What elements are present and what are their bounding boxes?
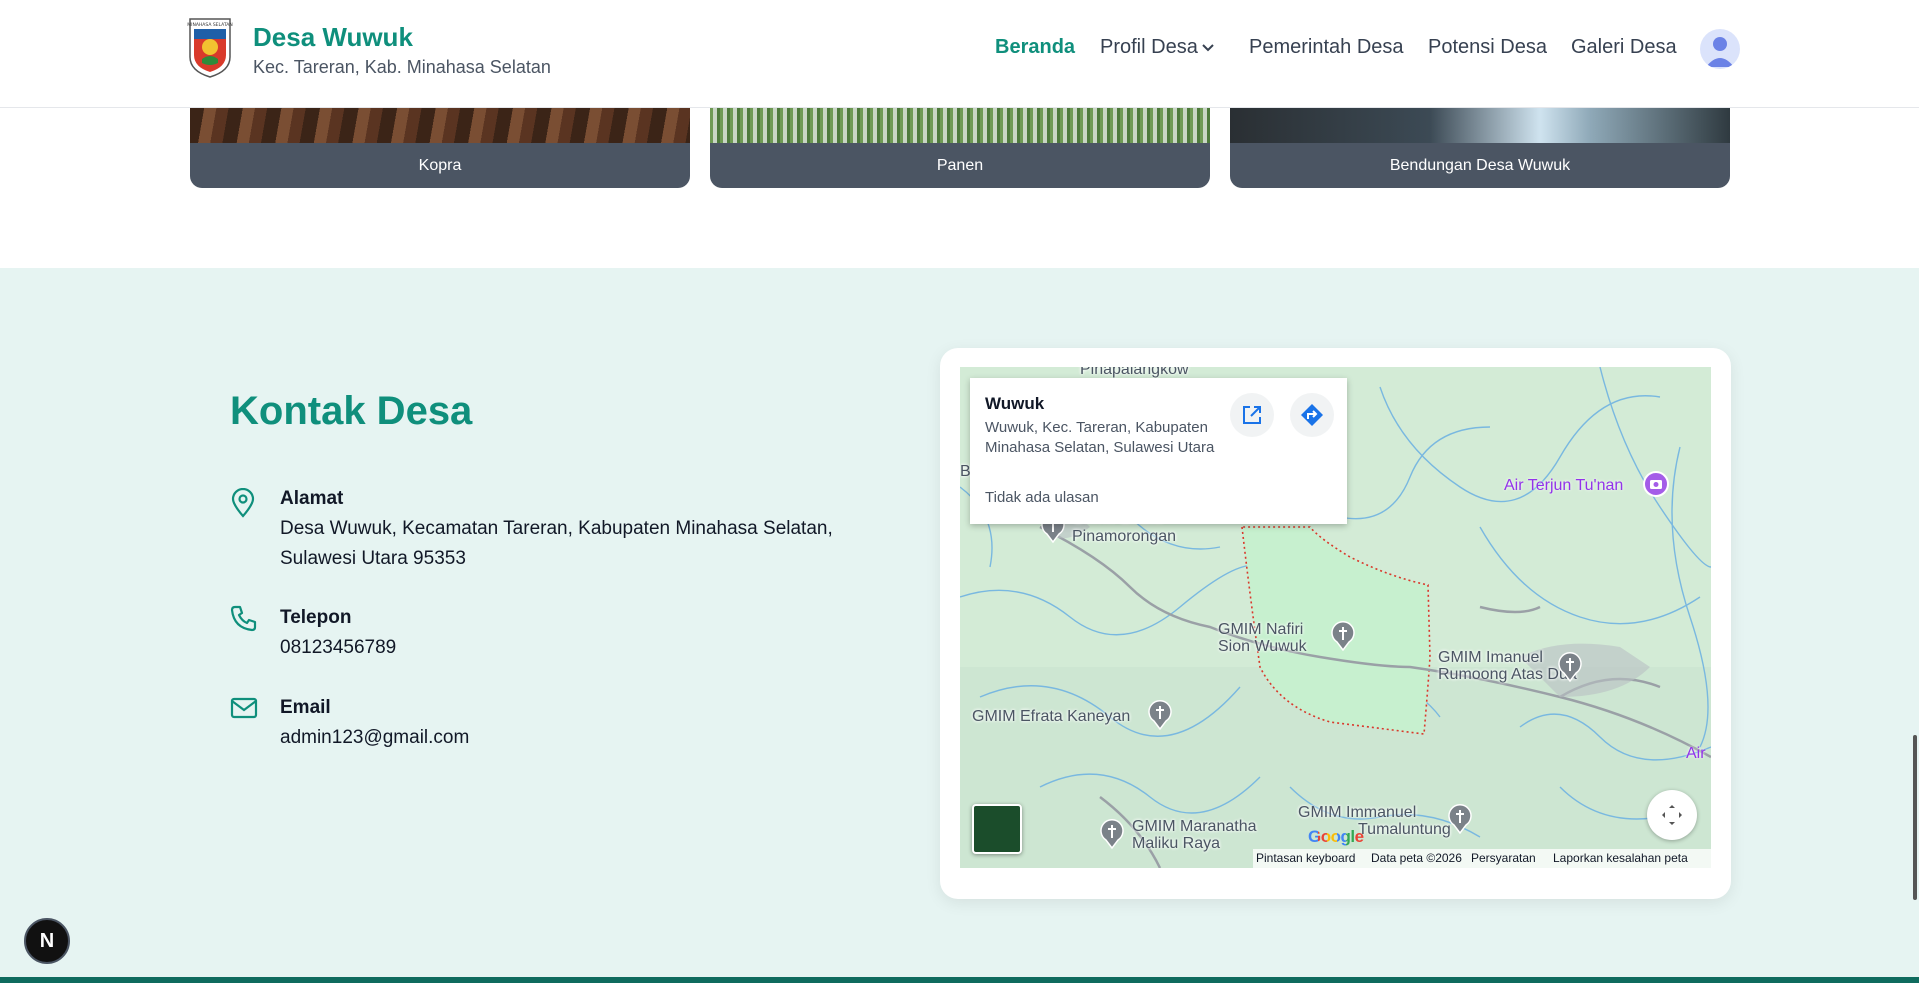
fullscreen-button[interactable] bbox=[1647, 790, 1697, 840]
email-label: Email bbox=[280, 697, 331, 718]
village-emblem-logo[interactable]: MINAHASA SELATAN bbox=[186, 17, 234, 79]
gallery-image-kopra bbox=[190, 108, 690, 143]
nav-potensi-desa[interactable]: Potensi Desa bbox=[1428, 36, 1547, 59]
phone-value[interactable]: 08123456789 bbox=[280, 633, 880, 663]
phone-label: Telepon bbox=[280, 607, 352, 628]
contact-title: Kontak Desa bbox=[230, 389, 473, 433]
external-link-icon bbox=[1243, 406, 1261, 424]
site-subtitle: Kec. Tareran, Kab. Minahasa Selatan bbox=[253, 57, 551, 77]
dev-tools-badge[interactable]: N bbox=[24, 918, 70, 964]
nav-pemerintah-desa[interactable]: Pemerintah Desa bbox=[1249, 36, 1404, 59]
user-avatar[interactable] bbox=[1700, 29, 1740, 69]
nav-profil-desa[interactable]: Profil Desa bbox=[1100, 36, 1198, 59]
address-value: Desa Wuwuk, Kecamatan Tareran, Kabupaten… bbox=[280, 518, 833, 569]
svg-text:MINAHASA SELATAN: MINAHASA SELATAN bbox=[187, 22, 232, 28]
map-label-maranatha-1: GMIM Maranatha bbox=[1132, 818, 1257, 835]
google-wordmark: Google bbox=[1308, 827, 1364, 846]
chevron-down-icon[interactable] bbox=[1200, 40, 1216, 56]
user-icon bbox=[1706, 37, 1734, 67]
map-info-window: Wuwuk Wuwuk, Kec. Tareran, Kabupaten Min… bbox=[970, 378, 1347, 524]
gallery-section: Kopra Panen Bendungan Desa Wuwuk bbox=[0, 108, 1919, 268]
nav-galeri-desa[interactable]: Galeri Desa bbox=[1571, 36, 1677, 59]
satellite-toggle-button[interactable] bbox=[972, 804, 1022, 854]
map-label-efrata-2: Pinamorongan bbox=[1072, 528, 1177, 545]
report-error-link[interactable]: Laporkan kesalahan peta bbox=[1553, 849, 1688, 868]
address-label: Alamat bbox=[280, 488, 344, 509]
footer-edge bbox=[0, 977, 1919, 983]
map-label-air-terjun: Air Terjun Tu'nan bbox=[1504, 477, 1624, 494]
map-label-immanuel-1: GMIM Immanuel bbox=[1298, 804, 1417, 821]
gallery-caption: Bendungan Desa Wuwuk bbox=[1389, 157, 1571, 174]
gallery-image-panen bbox=[710, 108, 1210, 143]
gallery-image-bendungan bbox=[1230, 108, 1730, 143]
church-pin-icon[interactable] bbox=[1447, 804, 1473, 834]
google-map[interactable]: Pinapalangkow B GMIM Efrata Pinamorongan… bbox=[960, 367, 1711, 868]
map-label-imanuel-1: GMIM Imanuel bbox=[1438, 649, 1543, 666]
church-pin-icon[interactable] bbox=[1557, 652, 1583, 682]
google-logo[interactable]: Google bbox=[1308, 827, 1364, 847]
phone-icon bbox=[230, 605, 257, 632]
site-title[interactable]: Desa Wuwuk bbox=[253, 22, 413, 53]
map-label-air: Air bbox=[1686, 745, 1706, 762]
fullscreen-icon bbox=[1662, 805, 1682, 825]
gallery-caption: Kopra bbox=[418, 157, 462, 174]
gallery-card[interactable]: Bendungan Desa Wuwuk bbox=[1230, 108, 1730, 188]
map-label-efrata-kaneyan: GMIM Efrata Kaneyan bbox=[972, 708, 1131, 725]
gallery-card[interactable]: Kopra bbox=[190, 108, 690, 188]
camera-poi-icon[interactable] bbox=[1643, 471, 1669, 497]
map-label-pinapalangkow: Pinapalangkow bbox=[1080, 367, 1189, 378]
open-in-maps-button[interactable] bbox=[1230, 393, 1274, 437]
site-header: MINAHASA SELATAN Desa Wuwuk Kec. Tareran… bbox=[0, 0, 1919, 108]
terms-link[interactable]: Persyaratan bbox=[1471, 849, 1536, 868]
church-pin-icon[interactable] bbox=[1099, 819, 1125, 849]
keyboard-shortcuts-link[interactable]: Pintasan keyboard bbox=[1256, 849, 1355, 868]
map-label-nafiri-1: GMIM Nafiri bbox=[1218, 621, 1304, 638]
map-label-imanuel-2: Rumoong Atas Dua bbox=[1438, 666, 1577, 683]
info-address: Wuwuk, Kec. Tareran, Kabupaten Minahasa … bbox=[985, 419, 1215, 456]
map-label-nafiri-2: Sion Wuwuk bbox=[1218, 638, 1307, 655]
location-pin-icon bbox=[231, 488, 255, 518]
nav-beranda[interactable]: Beranda bbox=[995, 36, 1075, 59]
church-pin-icon[interactable] bbox=[1330, 621, 1356, 651]
map-data-text: Data peta ©2026 bbox=[1371, 851, 1462, 865]
map-label-immanuel-2: Tumaluntung bbox=[1358, 821, 1451, 838]
info-title: Wuwuk bbox=[985, 394, 1045, 413]
directions-button[interactable] bbox=[1290, 393, 1334, 437]
gallery-caption: Panen bbox=[936, 157, 984, 174]
directions-icon bbox=[1301, 404, 1323, 426]
info-reviews-link[interactable]: Tidak ada ulasan bbox=[985, 489, 1099, 506]
map-label-maranatha-2: Maliku Raya bbox=[1132, 835, 1221, 852]
email-value[interactable]: admin123@gmail.com bbox=[280, 723, 880, 753]
gallery-card[interactable]: Panen bbox=[710, 108, 1210, 188]
map-attribution-bar: Pintasan keyboard Data peta ©2026 Persya… bbox=[1253, 849, 1711, 868]
church-pin-icon[interactable] bbox=[1147, 700, 1173, 730]
page-scrollbar[interactable] bbox=[1913, 735, 1917, 900]
email-icon bbox=[230, 697, 258, 719]
